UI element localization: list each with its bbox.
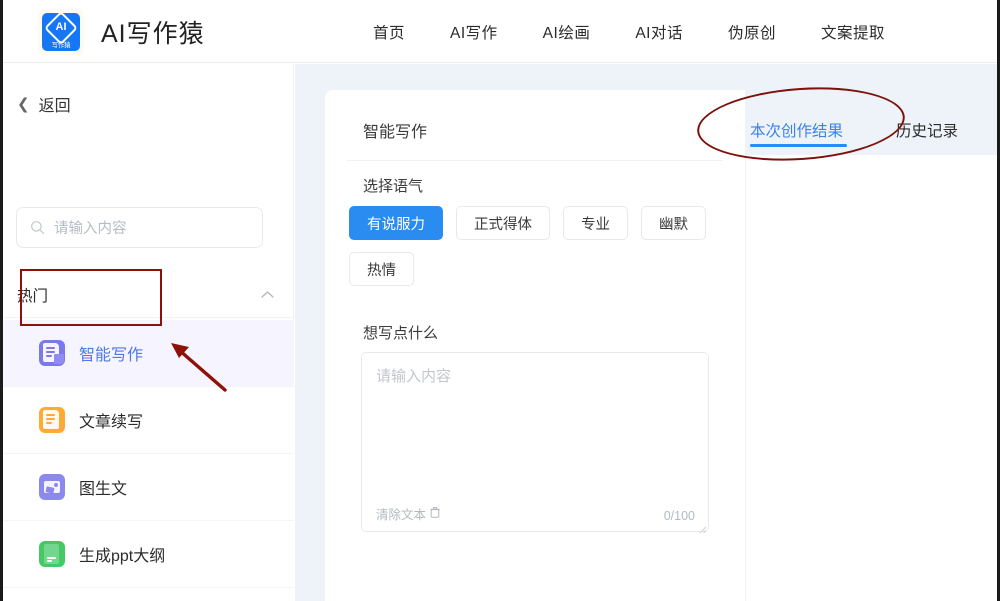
sidebar-item-label: 文章续写 [79, 408, 143, 432]
app-window: AI 写作猿 AI写作猿 首页 AI写作 AI绘画 AI对话 伪原创 文案提取 … [0, 0, 1000, 601]
sidebar-item-image-to-text[interactable]: 图生文 [3, 454, 294, 521]
nav-item-ai-painting[interactable]: AI绘画 [543, 21, 591, 43]
tone-options: 有说服力 正式得体 专业 幽默 热情 [349, 206, 729, 286]
nav-item-ai-chat[interactable]: AI对话 [635, 21, 683, 43]
resize-handle[interactable] [698, 521, 707, 530]
image-icon [39, 474, 65, 500]
sidebar-item-ppt-outline[interactable]: 生成ppt大纲 [3, 521, 294, 588]
brand-title: AI写作猿 [101, 14, 205, 50]
tone-button-enthusiastic[interactable]: 热情 [349, 252, 414, 286]
tone-button-persuasive[interactable]: 有说服力 [349, 206, 443, 240]
prompt-placeholder: 请输入内容 [376, 365, 451, 386]
main-navigation: 首页 AI写作 AI绘画 AI对话 伪原创 文案提取 [373, 0, 885, 63]
chevron-up-icon[interactable] [261, 286, 274, 304]
search-placeholder: 请输入内容 [54, 217, 127, 238]
tone-button-professional[interactable]: 专业 [563, 206, 628, 240]
prompt-label: 想写点什么 [363, 322, 438, 343]
nav-item-ai-writing[interactable]: AI写作 [450, 21, 498, 43]
chevron-left-icon: ❮ [17, 97, 30, 112]
form-divider [347, 160, 723, 161]
app-header: AI 写作猿 AI写作猿 首页 AI写作 AI绘画 AI对话 伪原创 文案提取 [3, 0, 997, 63]
tab-active-underline [750, 144, 847, 147]
sidebar-item-write-novel[interactable]: 写小说 [3, 588, 294, 601]
sidebar-item-label: 智能写作 [79, 341, 143, 365]
sidebar-section-hot[interactable]: 热门 [3, 272, 294, 318]
tab-history[interactable]: 历史记录 [896, 119, 958, 141]
sidebar-item-label: 生成ppt大纲 [79, 542, 165, 566]
nav-item-pseudo-original[interactable]: 伪原创 [728, 21, 776, 43]
search-input[interactable]: 请输入内容 [16, 207, 263, 248]
trash-icon [430, 507, 440, 521]
document-pen-icon [39, 340, 65, 366]
form-title: 智能写作 [363, 118, 427, 142]
document-icon [39, 407, 65, 433]
logo-sub-text: 写作猿 [42, 39, 80, 49]
clear-text-button[interactable]: 清除文本 [376, 504, 440, 523]
back-button[interactable]: ❮ 返回 [17, 92, 71, 116]
sidebar-section-title: 热门 [17, 284, 48, 306]
slides-icon [39, 541, 65, 567]
logo-icon: AI 写作猿 [42, 13, 80, 51]
sidebar-item-smart-writing[interactable]: 智能写作 [3, 320, 294, 387]
sidebar-item-article-continuation[interactable]: 文章续写 [3, 387, 294, 454]
clear-text-label: 清除文本 [376, 504, 426, 523]
sidebar-item-label: 图生文 [79, 475, 127, 499]
tone-label: 选择语气 [363, 175, 423, 196]
back-label: 返回 [39, 92, 71, 116]
result-tabs: 本次创作结果 历史记录 [746, 64, 997, 155]
tab-current-result[interactable]: 本次创作结果 [750, 119, 843, 141]
writing-form-card: 智能写作 选择语气 有说服力 正式得体 专业 幽默 热情 想写点什么 请输入内容… [325, 90, 745, 601]
search-icon [30, 220, 45, 235]
result-panel: 本次创作结果 历史记录 [746, 64, 997, 601]
prompt-textarea[interactable]: 请输入内容 清除文本 0/100 [361, 352, 709, 532]
logo-ai-text: AI [42, 21, 80, 33]
sidebar: ❮ 返回 请输入内容 热门 [3, 64, 294, 601]
nav-item-home[interactable]: 首页 [373, 21, 405, 43]
app-logo[interactable]: AI 写作猿 [38, 9, 84, 55]
sidebar-menu: 智能写作 文章续写 图生文 [3, 320, 294, 601]
tone-button-formal[interactable]: 正式得体 [456, 206, 550, 240]
character-counter: 0/100 [664, 509, 695, 523]
nav-item-copy-extraction[interactable]: 文案提取 [821, 21, 885, 43]
tone-button-humorous[interactable]: 幽默 [641, 206, 706, 240]
